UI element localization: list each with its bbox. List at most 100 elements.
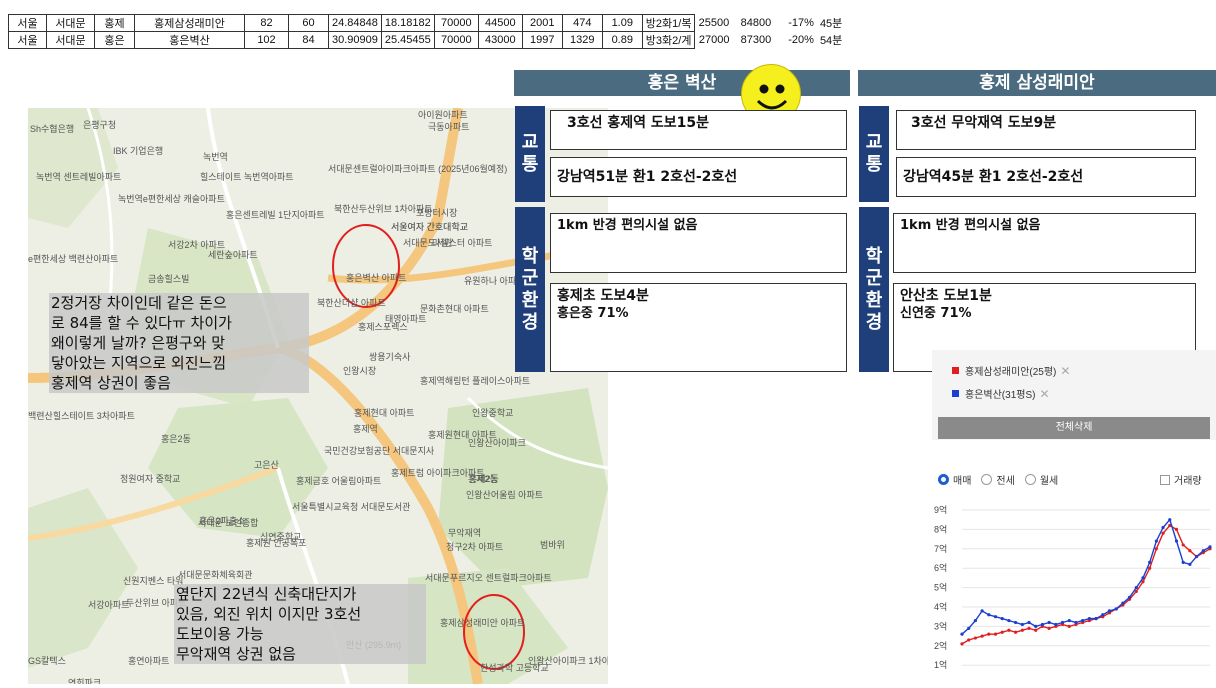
map-place-label[interactable]: 서대문푸르지오 센트럴파크아파트 <box>425 573 552 583</box>
volume-checkbox[interactable]: 거래량 <box>1160 472 1202 487</box>
note-line: 왜이렇게 날까? 은평구와 맞 <box>51 334 226 352</box>
data-point <box>1194 554 1199 559</box>
radio-monthly[interactable] <box>1024 474 1036 485</box>
data-point <box>1014 630 1018 634</box>
radio-jeonse[interactable] <box>981 474 993 485</box>
map-place-label[interactable]: 세란숲아파트 <box>208 250 258 260</box>
y-tick-label: 7억 <box>934 543 947 554</box>
y-tick-label: 6억 <box>934 562 947 573</box>
map-place-label[interactable]: 홍제역 <box>353 424 378 434</box>
remove-icon[interactable]: ✕ <box>1039 387 1049 401</box>
map-place-label[interactable]: 힐스테이트 녹번역아파트 <box>200 172 294 182</box>
map-place-label[interactable]: 녹번역e편한세상 캐슬아파트 <box>118 194 225 204</box>
data-point <box>1188 562 1192 566</box>
map-place-label[interactable]: 아이원아파트 <box>418 110 468 120</box>
map-place-label[interactable]: 홍제삼성래미안 아파트 <box>440 618 525 628</box>
data-point <box>967 626 971 630</box>
y-tick-label: 4억 <box>934 601 947 612</box>
map-place-label[interactable]: 홍제현대 아파트 <box>354 408 414 418</box>
map-place-label[interactable]: 무악재역 <box>448 528 481 538</box>
y-tick-label: 5억 <box>934 582 947 593</box>
table-cell: 474 <box>561 14 603 32</box>
table-cell: 70000 <box>433 14 479 32</box>
table-row: 서울 서대문 홍제 홍제삼성래미안 82 60 24.84848 18.18182 70000 4… <box>8 14 857 32</box>
map-place-label[interactable]: 녹번역 <box>203 152 228 162</box>
map-place-label[interactable]: 홍제원 인공폭포 <box>246 538 306 548</box>
map-place-label[interactable]: 인왕중학교 <box>472 408 513 418</box>
map-place-label[interactable]: 홍제2동 <box>468 474 498 484</box>
table-cell: 24.84848 <box>328 14 382 32</box>
map-place-label[interactable]: 홍제금호 어울림아파트 <box>296 476 381 486</box>
map-place-label[interactable]: 서대문센트럴아이파크아파트 (2025년06월예정) <box>328 164 507 174</box>
map-place-label[interactable]: 은평구청 <box>83 120 116 130</box>
map-place-label[interactable]: 포방터시장 <box>416 208 457 218</box>
map-place-label[interactable]: 국민건강보험공단 서대문지사 <box>324 446 434 456</box>
map-place-label[interactable]: 극동아파트 <box>428 122 469 132</box>
map-place-label[interactable]: 인왕시장 <box>343 366 376 376</box>
map-place-label[interactable]: IBK 기업은행 <box>113 146 163 156</box>
legend-item-hongje[interactable]: 홍제삼성래미안(25평) ✕ <box>952 363 1070 378</box>
data-point <box>1087 617 1091 621</box>
map-place-label[interactable]: 고은산 <box>254 460 279 470</box>
map-place-label[interactable]: 홍연아파트 <box>128 656 169 666</box>
map-place-label[interactable]: GS칼텍스 <box>28 656 66 666</box>
map-place-label[interactable]: 연희파크 <box>68 678 101 684</box>
price-chart[interactable]: 9억 8억 7억 6억 5억 4억 3억 2억 1억 <box>932 500 1216 684</box>
map-place-label[interactable]: 홍은벽산 아파트 <box>346 273 406 283</box>
map-place-label[interactable]: 쌍용기숙사 <box>369 352 410 362</box>
table-cell: 87300 <box>740 34 772 46</box>
map-place-label[interactable]: 녹번역 센트레빌아파트 <box>36 172 121 182</box>
right-transit-box: 3호선 무악재역 도보9분 <box>896 110 1196 150</box>
right-panel-title: 홍제 삼성래미안 <box>858 70 1216 96</box>
map-place-label[interactable]: 홍은센트레빌 1단지아파트 <box>226 210 325 220</box>
data-point <box>1101 613 1105 617</box>
note-hongje: 옆단지 22년식 신축대단지가 있음, 외진 위치 이지만 3호선 도보이용 가능 무… <box>174 584 426 664</box>
map-place-label[interactable]: 서대문문화체육회관 <box>178 570 253 580</box>
map-place-label[interactable]: 문화촌현대 아파트 <box>420 304 489 314</box>
legend-item-hongeun[interactable]: 홍은벽산(31평S) ✕ <box>952 386 1050 401</box>
map-place-label[interactable]: 마젤스터 아파트 <box>432 238 492 248</box>
delete-all-button[interactable]: 전체삭제 <box>938 417 1210 439</box>
price-chart-svg: 9억 8억 7억 6억 5억 4억 3억 2억 1억 <box>934 504 1212 670</box>
note-line: 닿아았는 지역으로 외진느낌 <box>51 354 227 372</box>
data-point <box>1154 547 1158 551</box>
table-cell: 방3화2/계 <box>641 31 696 49</box>
map-place-label[interactable]: 태영아파트 <box>385 314 426 324</box>
map-place-label[interactable]: Sh수협은행 <box>30 124 74 134</box>
table-cell: 서울 <box>8 14 47 32</box>
map-place-label[interactable]: 서강2차 아파트 <box>168 240 225 250</box>
map-place-label[interactable]: 정원여자 중학교 <box>120 474 180 484</box>
note-line: 홍제역 상권이 좋음 <box>51 374 171 392</box>
map-place-label[interactable]: 범바위 <box>540 540 565 550</box>
map-place-label[interactable]: 인왕산아이파크 <box>468 438 526 448</box>
table-cell: 102 <box>244 31 289 49</box>
table-cell: 27000 <box>698 34 730 46</box>
school-tag-left: 학군환경 <box>515 207 545 372</box>
left-school-box: 홍제초 도보4분 홍은중 71% <box>550 283 847 372</box>
map-place-label[interactable]: 서대문 노인종합 <box>198 518 258 528</box>
map-place-label[interactable]: e편한세상 백련산아파트 <box>28 254 118 264</box>
map-place-label[interactable]: 북한산더샵 아파트 <box>317 298 386 308</box>
note-hongeun: 2정거장 차이인데 같은 돈으 로 84를 할 수 있다ㅠ 차이가 왜이렇게 날까?… <box>49 293 309 393</box>
remove-icon[interactable]: ✕ <box>1060 364 1070 378</box>
map-place-label[interactable]: 서울여자 간호대학교 <box>391 222 468 232</box>
map-place-label[interactable]: 홍은2동 <box>161 434 191 444</box>
traffic-tag-left: 교통 <box>515 106 545 202</box>
data-point <box>1168 518 1172 522</box>
map-place-label[interactable]: 서강아파트 <box>88 600 129 610</box>
checkbox-icon[interactable] <box>1160 474 1170 485</box>
map-place-label[interactable]: 청구2차 아파트 <box>446 542 503 552</box>
y-tick-label: 8억 <box>934 523 947 534</box>
map-place-label[interactable]: 인왕산어울림 아파트 <box>466 490 543 500</box>
map-place-label[interactable]: 백련산힐스테이트 3차아파트 <box>28 411 135 421</box>
data-point <box>1034 624 1038 628</box>
map-place-label[interactable]: 홍제역해링턴 플레이스아파트 <box>420 376 530 386</box>
map-place-label[interactable]: 서울특별시교육청 서대문도서관 <box>292 502 410 512</box>
map-place-label[interactable]: 한성과학 고등학교 <box>480 663 549 673</box>
radio-sale[interactable] <box>938 474 949 485</box>
left-transit-box: 3호선 홍제역 도보15분 <box>550 110 847 150</box>
map-place-label[interactable]: 금송힐스빌 <box>148 274 189 284</box>
data-point <box>1134 586 1138 590</box>
note-line: 로 84를 할 수 있다ㅠ 차이가 <box>51 314 232 332</box>
data-point <box>1181 560 1185 564</box>
